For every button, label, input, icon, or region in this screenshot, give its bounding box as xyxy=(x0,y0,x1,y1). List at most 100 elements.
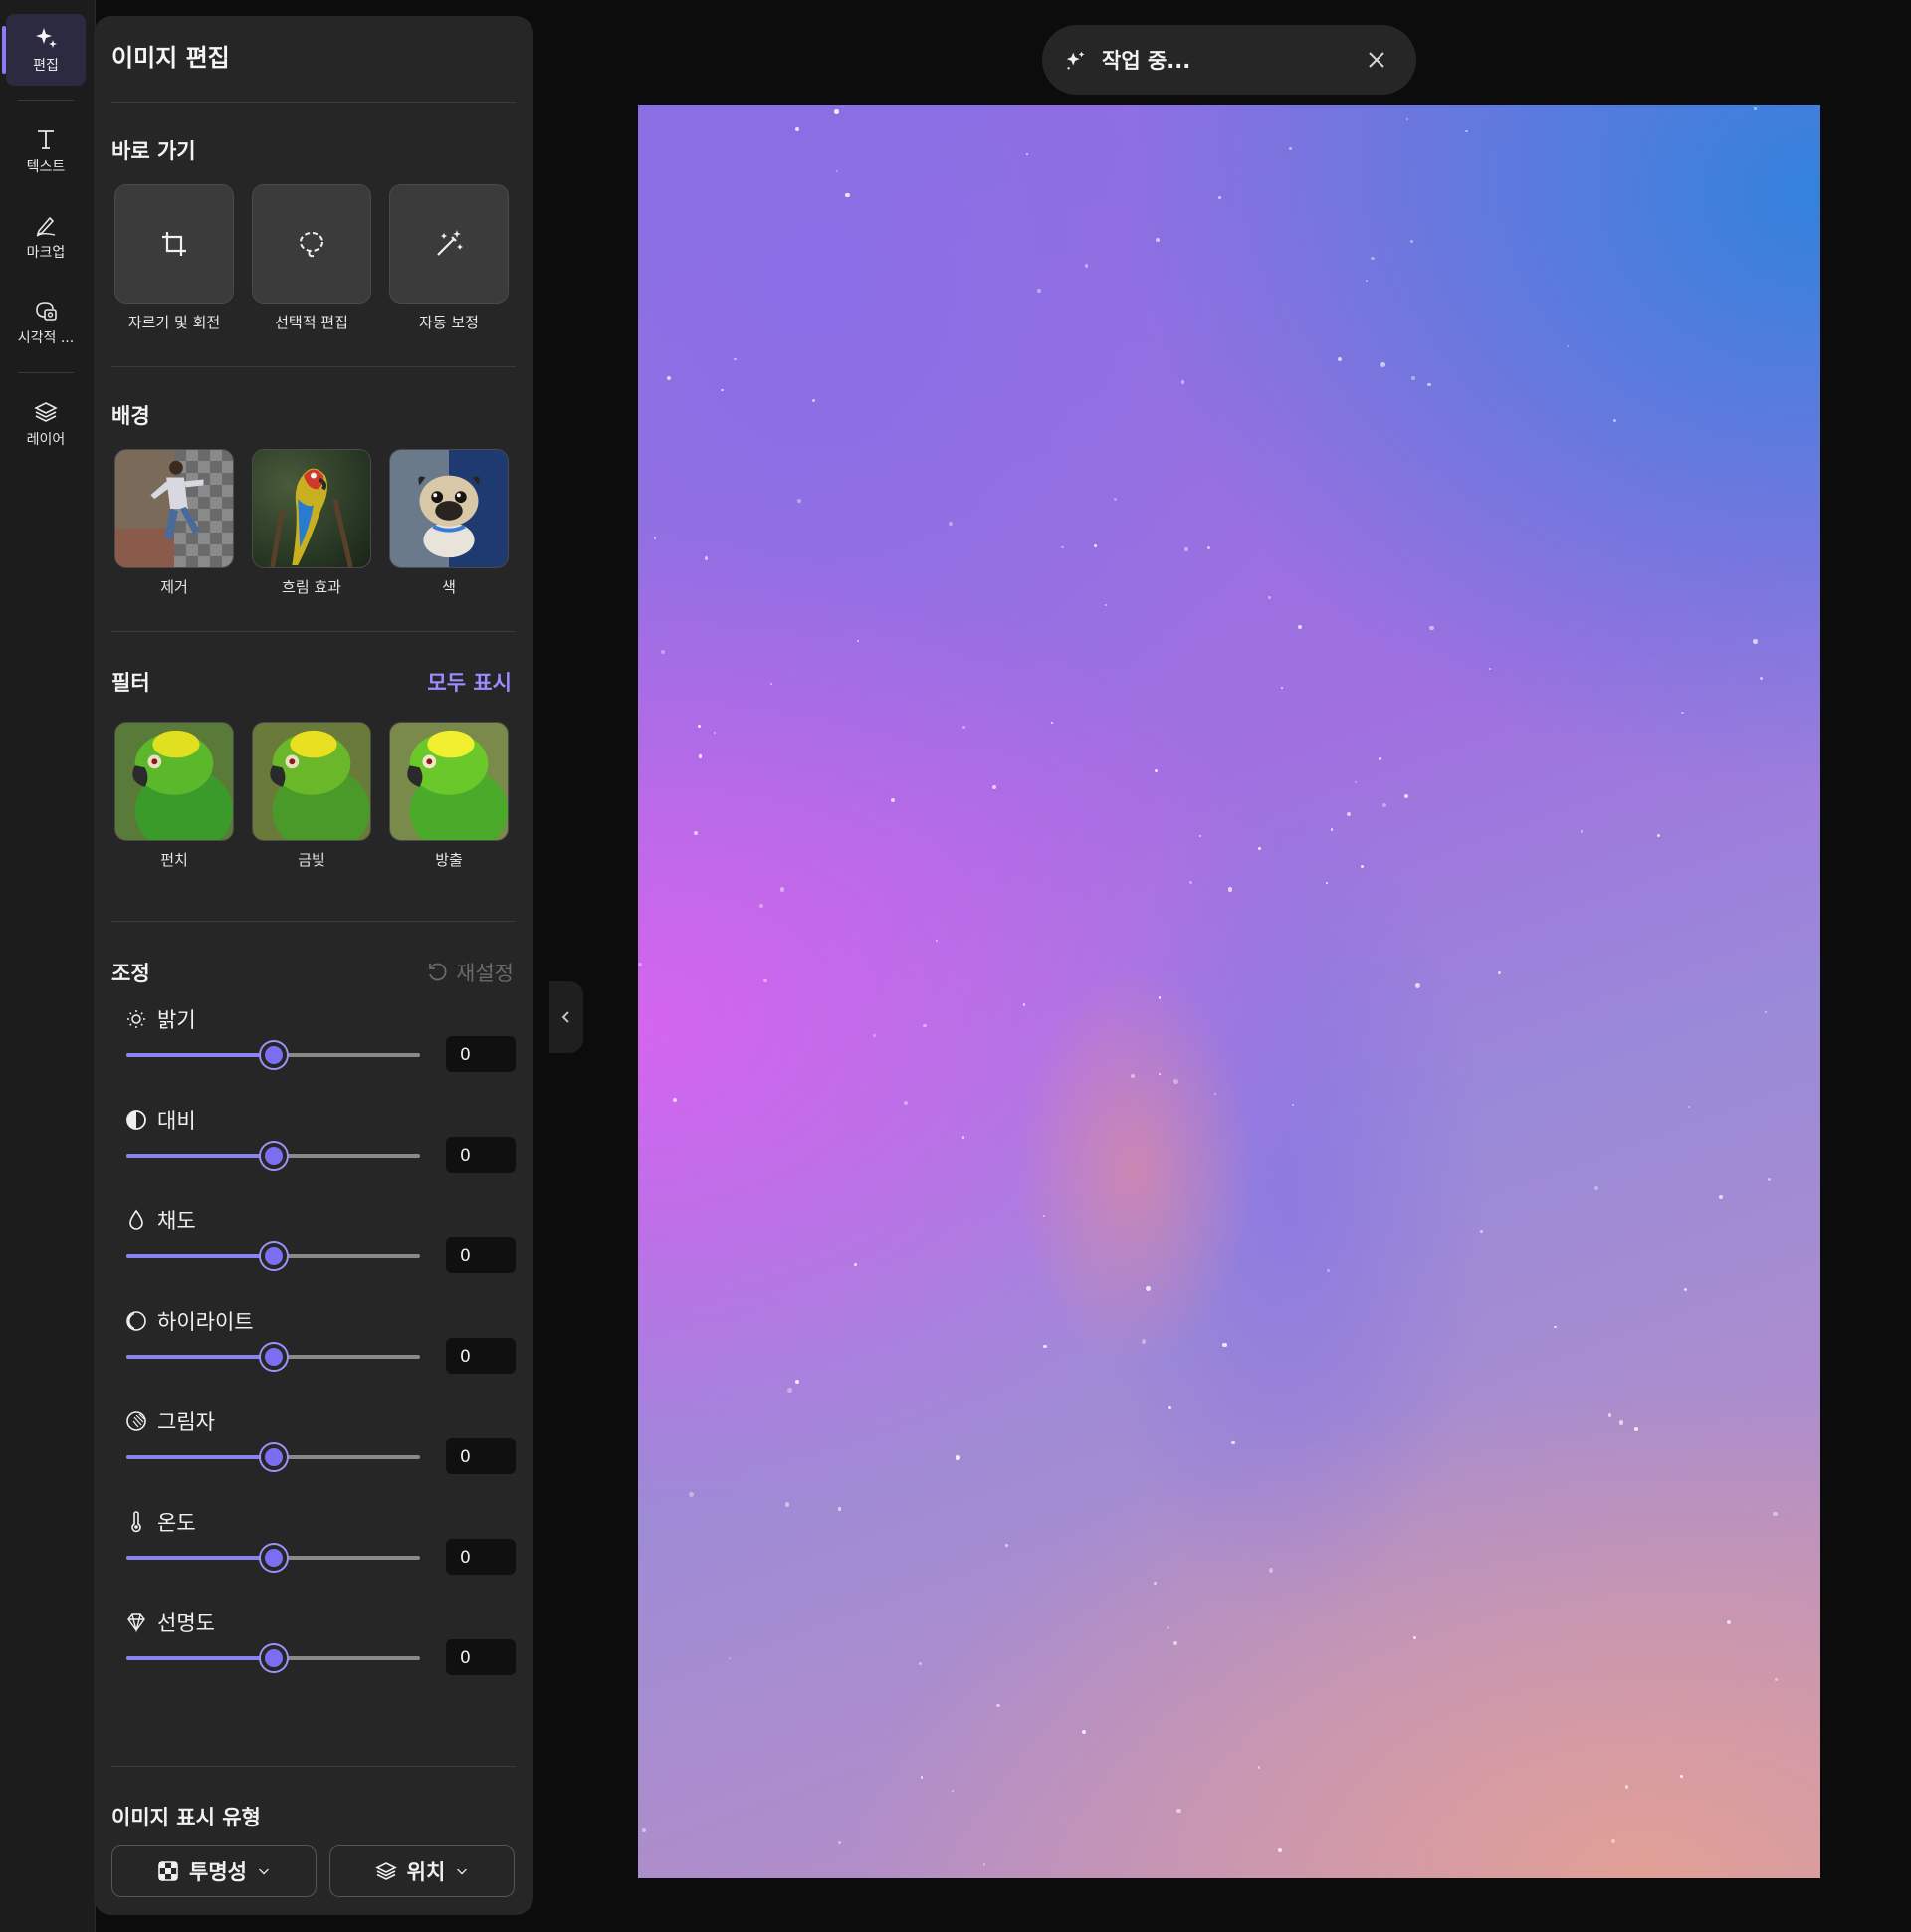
adjust-value-input[interactable]: 0 xyxy=(446,1338,516,1374)
adjust-label-drop: 채도 xyxy=(125,1205,196,1235)
star-dot xyxy=(890,797,895,802)
sun-icon xyxy=(125,1008,147,1030)
toast-text: 작업 중... xyxy=(1102,49,1191,73)
star-dot xyxy=(1380,362,1386,367)
filter-golden-button[interactable] xyxy=(252,722,371,841)
star-dot xyxy=(1684,1288,1688,1292)
star-dot xyxy=(1498,971,1501,974)
star-dot xyxy=(795,1380,799,1385)
star-dot xyxy=(1760,677,1764,681)
star-dot xyxy=(1258,1766,1261,1769)
tile-label: 색 xyxy=(442,578,456,596)
star-dot xyxy=(1426,382,1431,387)
star-dot xyxy=(1230,1440,1235,1445)
slider-fill xyxy=(126,1254,274,1258)
collapse-panel-button[interactable] xyxy=(549,981,583,1053)
layers-icon xyxy=(34,402,58,422)
star-dot xyxy=(1607,1413,1612,1417)
transparency-label: 투명성 xyxy=(189,1860,247,1884)
star-dot xyxy=(1278,1848,1283,1853)
star-dot xyxy=(1227,886,1233,892)
slider-thumb[interactable] xyxy=(260,1444,287,1470)
star-dot xyxy=(918,1661,922,1666)
star-dot xyxy=(951,1789,954,1792)
background-remove-button[interactable] xyxy=(114,449,234,568)
adjust-slider[interactable] xyxy=(126,1545,420,1571)
star-dot xyxy=(1093,543,1097,547)
star-dot xyxy=(962,1136,965,1139)
adjust-label-shadow: 그림자 xyxy=(125,1406,215,1436)
rail-item-layers[interactable]: 레이어 xyxy=(6,388,86,460)
background-color-button[interactable] xyxy=(389,449,509,568)
tile-label: 선택적 편집 xyxy=(275,314,348,331)
rail-item-visual[interactable]: 시각적 ... xyxy=(6,287,86,358)
tile-label: 제거 xyxy=(160,578,188,596)
star-dot xyxy=(1268,1568,1274,1573)
slider-thumb[interactable] xyxy=(260,1042,287,1068)
adjust-slider[interactable] xyxy=(126,1645,420,1671)
rail-divider xyxy=(18,372,74,373)
tile-label: 자동 보정 xyxy=(419,314,479,331)
star-dot xyxy=(1222,1342,1227,1348)
star-dot xyxy=(1166,1626,1170,1630)
adjust-slider[interactable] xyxy=(126,1042,420,1068)
star-dot xyxy=(1429,625,1434,631)
star-dot xyxy=(797,499,801,503)
star-dot xyxy=(1767,1178,1771,1181)
adjust-value-input[interactable]: 0 xyxy=(446,1036,516,1072)
filter-radiate-button[interactable] xyxy=(389,722,509,841)
adjust-slider[interactable] xyxy=(126,1143,420,1169)
adjust-slider[interactable] xyxy=(126,1444,420,1470)
adjust-value-input[interactable]: 0 xyxy=(446,1438,516,1474)
adjust-value-input[interactable]: 0 xyxy=(446,1639,516,1675)
adjust-label-sun: 밝기 xyxy=(125,1004,196,1034)
close-icon[interactable] xyxy=(1365,48,1388,72)
adjust-slider[interactable] xyxy=(126,1243,420,1269)
slider-thumb[interactable] xyxy=(260,1243,287,1269)
star-dot xyxy=(1330,828,1334,831)
slider-thumb[interactable] xyxy=(260,1143,287,1169)
star-dot xyxy=(1173,1640,1178,1645)
star-dot xyxy=(1566,344,1570,348)
star-dot xyxy=(666,376,671,381)
adjust-value-input[interactable]: 0 xyxy=(446,1237,516,1273)
selective-edit-button[interactable] xyxy=(252,184,371,304)
person-thumbnail-icon xyxy=(115,450,204,567)
show-all-filters-link[interactable]: 모두 표시 xyxy=(427,667,512,697)
rail-item-edit[interactable]: 편집 xyxy=(2,14,86,86)
adjust-slider[interactable] xyxy=(126,1344,420,1370)
star-dot xyxy=(1406,117,1409,120)
rail-item-label: 편집 xyxy=(33,58,59,74)
star-dot xyxy=(1772,1511,1778,1517)
slider-thumb[interactable] xyxy=(260,1344,287,1370)
star-dot xyxy=(1181,380,1185,384)
rail-item-markup[interactable]: 마크업 xyxy=(6,201,86,273)
slider-thumb[interactable] xyxy=(260,1545,287,1571)
canvas-image[interactable] xyxy=(638,105,1820,1878)
auto-enhance-button[interactable] xyxy=(389,184,509,304)
reset-label: 재설정 xyxy=(456,962,514,985)
chevron-down-icon xyxy=(259,1868,269,1875)
star-dot xyxy=(844,192,850,198)
slider-thumb[interactable] xyxy=(260,1645,287,1671)
position-dropdown[interactable]: 위치 xyxy=(329,1845,515,1897)
rail-item-label: 레이어 xyxy=(26,432,66,448)
star-dot xyxy=(1168,1405,1171,1409)
reset-button[interactable]: 재설정 xyxy=(426,958,514,987)
background-blur-button[interactable] xyxy=(252,449,371,568)
filter-punch-button[interactable] xyxy=(114,722,234,841)
star-dot xyxy=(948,521,953,527)
adjust-value-input[interactable]: 0 xyxy=(446,1137,516,1173)
transparency-dropdown[interactable]: 투명성 xyxy=(111,1845,317,1897)
crop-rotate-button[interactable] xyxy=(114,184,234,304)
green-parrot-thumbnail-icon xyxy=(115,723,233,840)
adjust-value-input[interactable]: 0 xyxy=(446,1539,516,1575)
rail-item-text[interactable]: 텍스트 xyxy=(6,115,86,187)
star-dot xyxy=(956,1454,960,1460)
star-dot xyxy=(1656,834,1660,838)
star-dot xyxy=(1004,1543,1008,1548)
star-dot xyxy=(642,1827,647,1832)
star-dot xyxy=(1026,152,1029,155)
checkerboard-icon xyxy=(158,1861,178,1881)
star-dot xyxy=(1381,802,1387,808)
